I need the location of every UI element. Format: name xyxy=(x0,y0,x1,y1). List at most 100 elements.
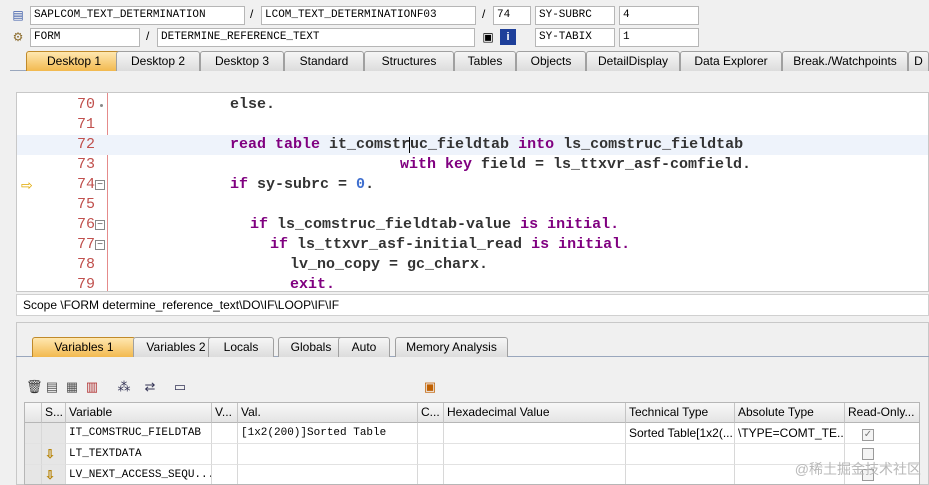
line-field[interactable]: 74 xyxy=(493,6,531,25)
folder-icon[interactable]: ▭ xyxy=(172,378,188,396)
tab-memory-analysis[interactable]: Memory Analysis xyxy=(395,337,508,357)
change-icon[interactable]: ▦ xyxy=(64,378,80,396)
tab-structures[interactable]: Structures xyxy=(364,51,454,71)
variables-toolbar: 🗑 ▤ ▦ ▥ ⁂ ⇄ ▭ ▣ xyxy=(24,378,924,398)
col-header-status[interactable]: S... xyxy=(42,403,66,423)
value-cell[interactable]: [1x2(200)]Sorted Table xyxy=(238,423,418,444)
code-line[interactable]: 77 − if ls_ttxvr_asf-initial_read is ini… xyxy=(17,235,928,255)
sysvar2-value-field[interactable]: 1 xyxy=(619,28,699,47)
code-line-execution[interactable]: ⇨ 74 − if sy-subrc = 0. xyxy=(17,175,928,195)
code-line[interactable]: 71 xyxy=(17,115,928,135)
tab-desktop-1[interactable]: Desktop 1 xyxy=(26,51,122,71)
row-selector[interactable] xyxy=(25,444,42,465)
v-cell xyxy=(212,444,238,465)
v-cell xyxy=(212,423,238,444)
code-text: exit. xyxy=(290,276,336,292)
sysvar-value-field[interactable]: 4 xyxy=(619,6,699,25)
code-text: lv_no_copy = gc_charx. xyxy=(290,256,489,273)
code-text: read table it_comstruc_fieldtab into ls_… xyxy=(230,135,743,155)
hex-cell[interactable] xyxy=(444,444,626,465)
row-selector[interactable] xyxy=(25,423,42,444)
tab-standard[interactable]: Standard xyxy=(284,51,364,71)
variable-cell[interactable]: IT_COMSTRUC_FIELDTAB xyxy=(66,423,212,444)
separator: / xyxy=(482,7,486,21)
tab-variables-2[interactable]: Variables 2 xyxy=(133,337,219,357)
tab-breakpoints[interactable]: Break./Watchpoints xyxy=(782,51,908,71)
identifier: field = ls_ttxvr_asf-comfield. xyxy=(472,156,752,173)
code-line-current-cursor[interactable]: 72 read table it_comstruc_fieldtab into … xyxy=(17,135,928,155)
tab-detaildisplay[interactable]: DetailDisplay xyxy=(586,51,680,71)
source-code-editor[interactable]: 70 else. 71 72 read table it_comstruc_fi… xyxy=(16,92,929,292)
tab-variables-1[interactable]: Variables 1 xyxy=(32,337,136,357)
hex-cell[interactable] xyxy=(444,465,626,484)
sysvar2-name-field[interactable]: SY-TABIX xyxy=(535,28,615,47)
col-header-tech-type[interactable]: Technical Type xyxy=(626,403,735,423)
code-line[interactable]: 78 lv_no_copy = gc_charx. xyxy=(17,255,928,275)
row-selector-header[interactable] xyxy=(25,403,42,423)
status-cell xyxy=(42,423,66,444)
hex-cell[interactable] xyxy=(444,423,626,444)
identifier: ls_ttxvr_asf-initial_read xyxy=(288,236,532,253)
tab-locals[interactable]: Locals xyxy=(208,337,274,357)
value-cell[interactable] xyxy=(238,465,418,484)
header-row-event: ⚙ FORM / DETERMINE_REFERENCE_TEXT ▣ i SY… xyxy=(0,26,929,48)
code-line[interactable]: 70 else. xyxy=(17,95,928,115)
tab-objects[interactable]: Objects xyxy=(516,51,586,71)
form-icon: ⚙ xyxy=(12,30,24,44)
program-field[interactable]: SAPLCOM_TEXT_DETERMINATION xyxy=(30,6,245,25)
variable-cell[interactable]: LT_TEXTDATA xyxy=(66,444,212,465)
table-type-icon: ⇩ xyxy=(42,465,66,484)
info-icon[interactable]: i xyxy=(500,29,516,45)
fold-toggle-icon[interactable]: − xyxy=(95,175,109,195)
code-line[interactable]: 75 xyxy=(17,195,928,215)
sysvar-name-field[interactable]: SY-SUBRC xyxy=(535,6,615,25)
col-header-v[interactable]: V... xyxy=(212,403,238,423)
variables-tabstrip: Variables 1 Variables 2 Locals Globals A… xyxy=(16,337,929,357)
keyword: is initial. xyxy=(531,236,631,253)
navigate-icon[interactable]: ⇄ xyxy=(142,378,158,396)
fold-toggle-icon[interactable]: − xyxy=(95,235,109,255)
fold-toggle-icon[interactable]: − xyxy=(95,215,109,235)
save-icon[interactable]: ▣ xyxy=(422,378,438,396)
c-cell xyxy=(418,444,444,465)
col-header-abs-type[interactable]: Absolute Type xyxy=(735,403,845,423)
scope-bar: Scope \FORM determine_reference_text\DO\… xyxy=(16,294,929,316)
identifier: it_comstruc_fieldtab xyxy=(320,136,519,153)
delete-icon[interactable]: 🗑 xyxy=(26,378,43,396)
col-header-variable[interactable]: Variable xyxy=(66,403,212,423)
display-icon[interactable]: ▣ xyxy=(480,29,496,45)
event-type-field[interactable]: FORM xyxy=(30,28,140,47)
punctuation: . xyxy=(365,176,375,193)
line-number: 78 xyxy=(76,256,95,273)
abs-type-cell: \TYPE=COMT_TE... xyxy=(735,423,845,444)
tab-desktop-3[interactable]: Desktop 3 xyxy=(200,51,284,71)
line-number: 74 xyxy=(76,176,95,193)
save-layout-icon[interactable]: ▥ xyxy=(84,378,100,396)
line-number: 77 xyxy=(76,236,95,253)
variable-cell[interactable]: LV_NEXT_ACCESS_SEQU... xyxy=(66,465,212,484)
code-line[interactable]: 73 with key field = ls_ttxvr_asf-comfiel… xyxy=(17,155,928,175)
tab-data-explorer[interactable]: Data Explorer xyxy=(680,51,782,71)
value-cell[interactable] xyxy=(238,444,418,465)
event-name-field[interactable]: DETERMINE_REFERENCE_TEXT xyxy=(157,28,475,47)
code-line[interactable]: 79 exit. xyxy=(17,275,928,292)
line-number: 75 xyxy=(76,196,95,213)
col-header-hex[interactable]: Hexadecimal Value xyxy=(444,403,626,423)
read-only-checkbox: ✓ xyxy=(862,429,874,441)
tab-more[interactable]: D xyxy=(908,51,929,71)
row-selector[interactable] xyxy=(25,465,42,484)
tab-tables[interactable]: Tables xyxy=(454,51,516,71)
include-field[interactable]: LCOM_TEXT_DETERMINATIONF03 xyxy=(261,6,476,25)
tech-type-cell xyxy=(626,465,735,484)
col-header-value[interactable]: Val. xyxy=(238,403,418,423)
identifier: sy-subrc = xyxy=(248,176,357,193)
col-header-c[interactable]: C... xyxy=(418,403,444,423)
hierarchy-icon[interactable]: ⁂ xyxy=(116,378,132,396)
code-line[interactable]: 76 − if ls_comstruc_fieldtab-value is in… xyxy=(17,215,928,235)
tab-globals[interactable]: Globals xyxy=(278,337,344,357)
col-header-read-only[interactable]: Read-Only... xyxy=(845,403,919,423)
variables-grid[interactable]: S... Variable V... Val. C... Hexadecimal… xyxy=(24,402,920,485)
tab-auto[interactable]: Auto xyxy=(338,337,390,357)
insert-row-icon[interactable]: ▤ xyxy=(44,378,60,396)
tab-desktop-2[interactable]: Desktop 2 xyxy=(116,51,200,71)
